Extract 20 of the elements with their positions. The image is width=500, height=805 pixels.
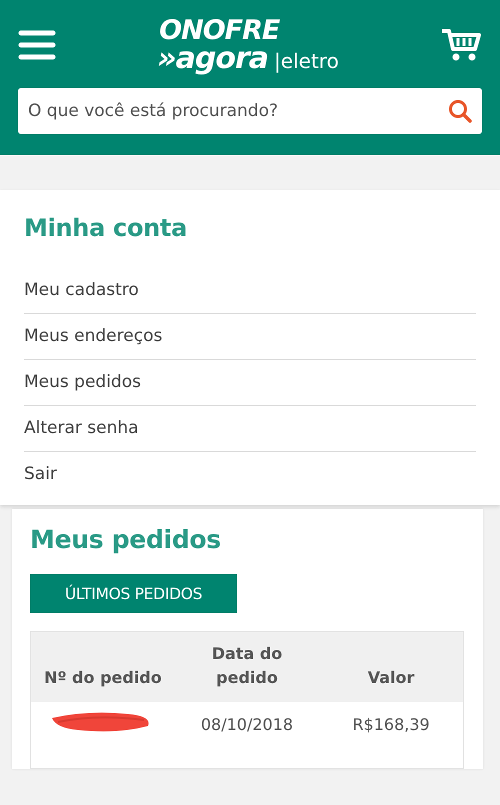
logo-text: ONOFRE bbox=[158, 16, 280, 44]
account-menu-item[interactable]: Alterar senha bbox=[24, 406, 476, 452]
section-title: Meus pedidos bbox=[30, 525, 222, 554]
account-menu-item[interactable]: Sair bbox=[24, 452, 476, 497]
cart-icon[interactable] bbox=[440, 27, 482, 63]
account-menu-item[interactable]: Meus pedidos bbox=[24, 360, 476, 406]
logo-text: »agora bbox=[157, 44, 268, 74]
tab[interactable]: ÚLTIMOS PEDIDOS bbox=[30, 574, 237, 613]
table-cell: 08/10/2018 bbox=[174, 702, 320, 768]
column-header: Data do pedido bbox=[174, 632, 320, 702]
table-cell: R$168,39 bbox=[319, 702, 464, 768]
menu-icon[interactable] bbox=[18, 30, 56, 60]
logo-suffix: |eletro bbox=[274, 50, 339, 70]
account-menu-item[interactable]: Meus endereços bbox=[24, 314, 476, 360]
column-header: Nº do pedido bbox=[30, 632, 175, 702]
search-icon[interactable] bbox=[448, 99, 472, 123]
column-header: Valor bbox=[319, 632, 464, 702]
section-title: Minha conta bbox=[24, 214, 188, 242]
search-field[interactable]: O que você está procurando? bbox=[18, 88, 482, 134]
account-menu-item[interactable]: Meu cadastro bbox=[24, 268, 476, 314]
